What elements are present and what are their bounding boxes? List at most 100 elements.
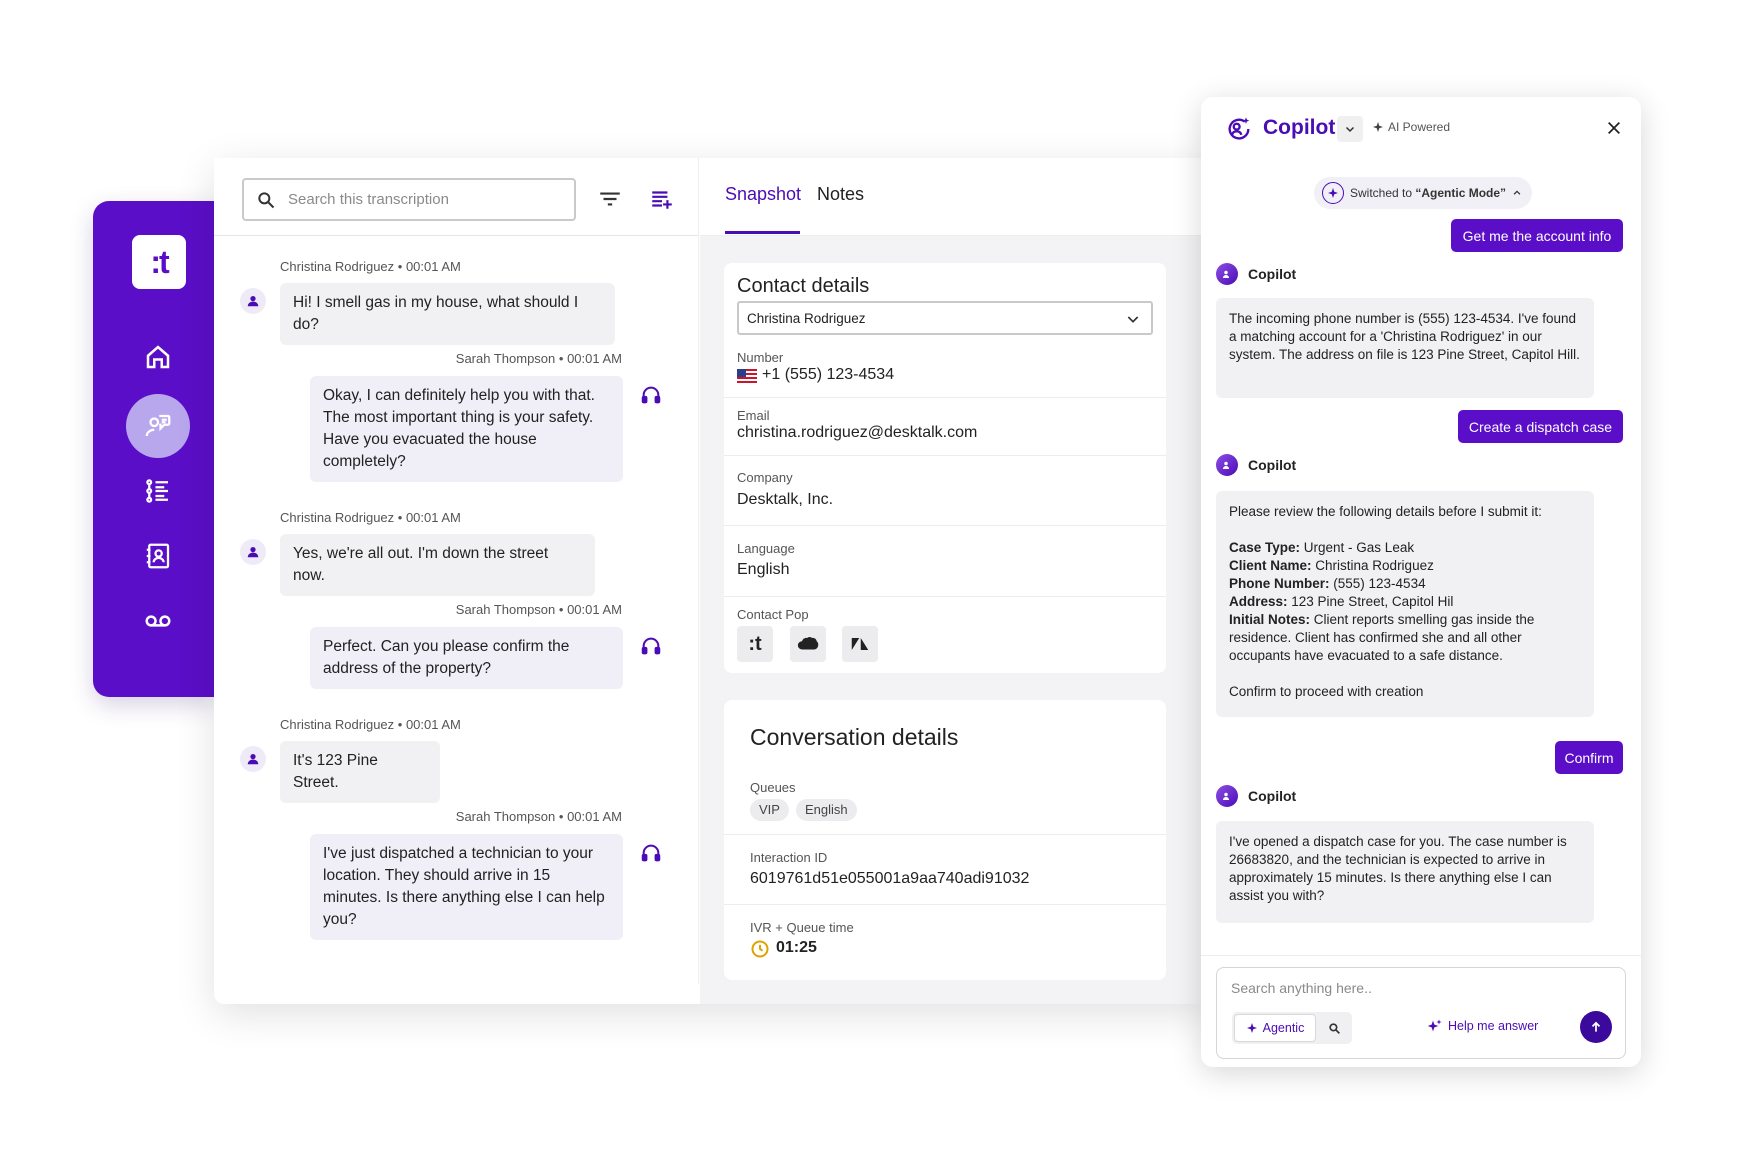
review-intro: Please review the following details befo…: [1229, 504, 1542, 519]
message-time: 00:01 AM: [567, 602, 622, 617]
client-avatar: [240, 539, 266, 565]
sidebar-item-list[interactable]: [126, 459, 190, 523]
copilot-message: I've opened a dispatch case for you. The…: [1216, 821, 1594, 923]
mode-switch-pill[interactable]: Switched to “Agentic Mode”: [1314, 177, 1532, 209]
client-avatar: [240, 746, 266, 772]
review-field: Phone Number: (555) 123-4534: [1229, 575, 1581, 593]
review-field-label: Initial Notes:: [1229, 612, 1311, 627]
review-field-label: Address:: [1229, 594, 1288, 609]
message-meta: Sarah Thompson • 00:01 AM: [455, 602, 622, 617]
message-bubble: Perfect. Can you please confirm the addr…: [310, 627, 623, 689]
message-time: 00:01 AM: [405, 259, 461, 274]
copilot-author-name: Copilot: [1248, 457, 1297, 473]
transcript-panel: Christina Rodriguez • 00:01 AM Hi! I sme…: [214, 158, 699, 984]
prompt-create-dispatch-case[interactable]: Create a dispatch case: [1458, 410, 1623, 443]
review-field-value: Christina Rodriguez: [1311, 558, 1434, 573]
clock-icon: [751, 940, 769, 958]
contact-pop-label: Contact Pop: [737, 607, 809, 622]
message-author: Christina Rodriguez: [280, 510, 395, 525]
tab-snapshot[interactable]: Snapshot: [725, 184, 801, 205]
email-value: christina.rodriguez@desktalk.com: [737, 424, 978, 441]
playlist-add-icon[interactable]: [648, 186, 676, 212]
contact-select-value: Christina Rodriguez: [747, 311, 866, 326]
mode-pill-prefix: Switched to: [1350, 186, 1416, 200]
message-author: Sarah Thompson: [455, 602, 556, 617]
main-window: Christina Rodriguez • 00:01 AM Hi! I sme…: [214, 158, 1214, 1004]
talkdesk-icon[interactable]: :t: [737, 626, 773, 662]
message-time: 00:01 AM: [405, 717, 461, 732]
message-meta: Christina Rodriguez • 00:01 AM: [280, 717, 461, 732]
person-icon: [247, 547, 259, 558]
divider: [1201, 955, 1641, 956]
copilot-author-name: Copilot: [1248, 788, 1297, 804]
salesforce-icon[interactable]: [790, 626, 826, 662]
message-bubble: Hi! I smell gas in my house, what should…: [280, 283, 615, 345]
queues-label: Queues: [750, 780, 796, 795]
sidebar-item-voicemail[interactable]: [126, 589, 190, 653]
send-button[interactable]: [1580, 1011, 1612, 1043]
tab-bar: Snapshot Notes: [700, 158, 1214, 236]
message-meta: Sarah Thompson • 00:01 AM: [455, 809, 622, 824]
copilot-search-input[interactable]: [1231, 980, 1601, 996]
home-icon: [146, 345, 170, 369]
filter-icon[interactable]: [596, 186, 624, 212]
talkdesk-logo[interactable]: :t: [132, 235, 186, 289]
chevron-down-icon: [1127, 316, 1139, 323]
snapshot-panel: Snapshot Notes Contact details Christina…: [700, 158, 1214, 1004]
sparkles-icon: [1427, 1019, 1442, 1032]
copilot-header: Copilot AI Powered: [1201, 97, 1641, 157]
close-icon: [1608, 122, 1620, 134]
copilot-dropdown[interactable]: [1337, 116, 1363, 142]
message-meta: Sarah Thompson • 00:01 AM: [455, 351, 622, 366]
message-time: 00:01 AM: [405, 510, 461, 525]
sparkle-icon: [1246, 1023, 1257, 1033]
zendesk-icon[interactable]: [842, 626, 878, 662]
close-button[interactable]: [1601, 115, 1627, 141]
copilot-input-box: Agentic Help me answer: [1216, 967, 1626, 1059]
voicemail-icon: [145, 615, 171, 627]
sidebar: :t: [93, 201, 215, 697]
copilot-message: The incoming phone number is (555) 123-4…: [1216, 298, 1594, 398]
message-bubble: Okay, I can definitely help you with tha…: [310, 376, 623, 482]
conversation-details-title: Conversation details: [750, 724, 959, 750]
review-field-value: 123 Pine Street, Capitol Hil: [1287, 594, 1454, 609]
transcript-search[interactable]: [242, 178, 576, 221]
contact-select[interactable]: Christina Rodriguez: [737, 301, 1153, 335]
copilot-author: Copilot: [1216, 263, 1296, 285]
agentic-mode-button[interactable]: Agentic: [1234, 1014, 1316, 1042]
transcript-search-input[interactable]: [288, 191, 548, 208]
sidebar-item-conversations[interactable]: [126, 394, 190, 458]
headset-icon: [641, 637, 661, 655]
contact-details-card: Contact details Christina Rodriguez Numb…: [724, 263, 1166, 673]
message-bubble: I've just dispatched a technician to you…: [310, 834, 623, 940]
headset-icon: [641, 844, 661, 862]
company-label: Company: [737, 470, 793, 485]
copilot-logo-icon: [1228, 117, 1250, 140]
agentic-mode-icon: [1322, 182, 1344, 204]
search-icon: [1328, 1022, 1340, 1034]
divider: [724, 525, 1166, 526]
sidebar-item-contacts[interactable]: [126, 524, 190, 588]
queue-chip: VIP: [750, 799, 789, 821]
language-value: English: [737, 561, 790, 578]
review-outro: Confirm to proceed with creation: [1229, 684, 1424, 699]
agentic-label: Agentic: [1262, 1021, 1305, 1035]
language-label: Language: [737, 541, 795, 556]
logo-text: :t: [150, 243, 169, 280]
copilot-avatar: [1216, 785, 1238, 807]
sidebar-item-home[interactable]: [126, 325, 190, 389]
message-author: Sarah Thompson: [455, 809, 556, 824]
person-icon: [247, 296, 259, 307]
chevron-up-icon: [1513, 190, 1521, 195]
search-mode-button[interactable]: [1318, 1014, 1350, 1042]
review-field: Address: 123 Pine Street, Capitol Hil: [1229, 593, 1581, 611]
tab-notes[interactable]: Notes: [817, 184, 864, 205]
prompt-get-account-info[interactable]: Get me the account info: [1451, 219, 1623, 252]
help-me-answer-button[interactable]: Help me answer: [1427, 1018, 1538, 1034]
divider: [724, 904, 1166, 905]
message-meta: Christina Rodriguez • 00:01 AM: [280, 510, 461, 525]
number-label: Number: [737, 350, 784, 365]
copilot-title: Copilot: [1263, 116, 1336, 139]
confirm-button[interactable]: Confirm: [1555, 741, 1623, 774]
interaction-id-value: 6019761d51e055001a9aa740adi91032: [750, 870, 1030, 887]
